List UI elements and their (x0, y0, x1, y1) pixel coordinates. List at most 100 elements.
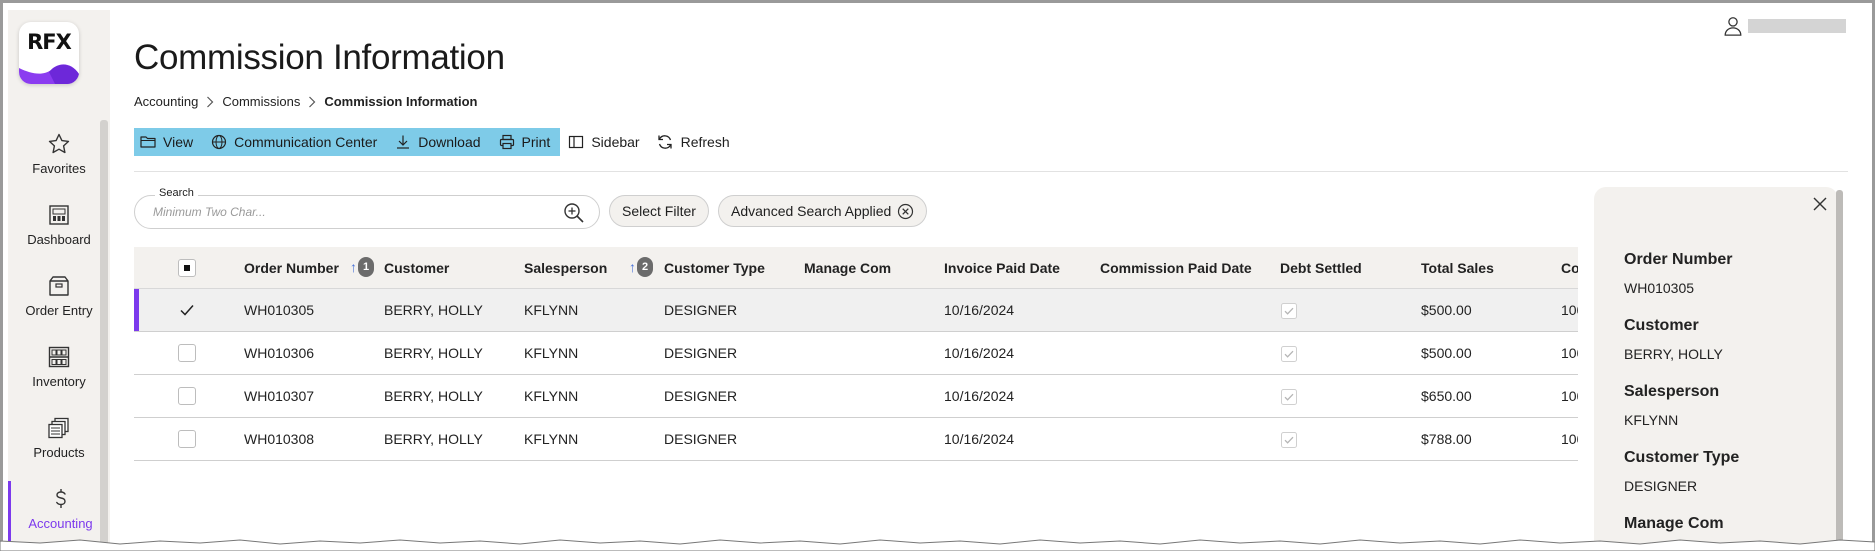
clear-circle-icon[interactable] (897, 203, 914, 220)
breadcrumb-commissions[interactable]: Commissions (222, 94, 300, 109)
page-title: Commission Information (134, 38, 505, 77)
debt-settled-check-icon (1281, 303, 1297, 319)
panel-label-customer: Customer (1624, 317, 1699, 334)
table-header: Order Number ↑ 1 Customer Salesperson ↑ … (134, 247, 1578, 289)
user-icon (1724, 17, 1742, 36)
close-icon[interactable] (1812, 196, 1828, 212)
cell-customer: BERRY, HOLLY (384, 388, 483, 404)
nav-item-products[interactable]: Products (8, 416, 110, 480)
torn-edge-decoration (0, 539, 1875, 551)
col-order-number[interactable]: Order Number (244, 260, 339, 276)
row-checkbox[interactable] (178, 430, 196, 448)
refresh-label: Refresh (680, 134, 730, 150)
nav-label-dashboard: Dashboard (27, 232, 91, 247)
col-customer-type[interactable]: Customer Type (664, 260, 765, 276)
nav-item-order-entry[interactable]: Order Entry (8, 274, 110, 338)
commission-table: Order Number ↑ 1 Customer Salesperson ↑ … (134, 247, 1578, 461)
debt-settled-check-icon (1281, 346, 1297, 362)
col-salesperson[interactable]: Salesperson (524, 260, 607, 276)
nav-item-dashboard[interactable]: Dashboard (8, 203, 110, 267)
cell-order-number: WH010305 (244, 302, 315, 318)
nav-label-accounting: Accounting (28, 516, 93, 531)
cell-salesperson: KFLYNN (524, 431, 579, 447)
table-row[interactable]: WH010305 BERRY, HOLLY KFLYNN DESIGNER 10… (134, 289, 1578, 332)
table-row[interactable]: WH010307 BERRY, HOLLY KFLYNN DESIGNER 10… (134, 375, 1578, 418)
breadcrumb: Accounting Commissions Commission Inform… (134, 94, 477, 109)
print-label: Print (521, 134, 551, 150)
cell-commission-truncated: 100 (1561, 302, 1578, 318)
view-label: View (163, 134, 194, 150)
cell-total-sales: $788.00 (1421, 431, 1472, 447)
breadcrumb-commission-information: Commission Information (324, 94, 478, 109)
advanced-search-chip[interactable]: Advanced Search Applied (718, 195, 928, 227)
table-row[interactable]: WH010308 BERRY, HOLLY KFLYNN DESIGNER 10… (134, 418, 1578, 461)
panel-value-salesperson: KFLYNN (1624, 412, 1679, 428)
toolbar: View Communication Center Download Print… (134, 128, 738, 156)
printer-icon (499, 134, 514, 150)
select-filter-label: Select Filter (622, 203, 696, 219)
panel-label-manage-com: Manage Com (1624, 515, 1724, 532)
nav-label-order-entry: Order Entry (25, 303, 93, 318)
nav-item-favorites[interactable]: Favorites (8, 132, 110, 196)
search-box: Search (134, 187, 600, 229)
logo-text: RFX (27, 30, 72, 54)
cell-total-sales: $500.00 (1421, 302, 1472, 318)
sort-order-badge: 1 (358, 257, 374, 277)
panel-label-salesperson: Salesperson (1624, 383, 1720, 400)
cell-commission-truncated: 100 (1561, 431, 1578, 447)
cell-total-sales: $500.00 (1421, 345, 1472, 361)
advanced-search-label: Advanced Search Applied (731, 203, 892, 219)
panel-scrollbar[interactable] (1836, 190, 1843, 551)
sidebar-icon (569, 135, 584, 149)
cell-commission-truncated: 100 (1561, 345, 1578, 361)
refresh-button[interactable]: Refresh (656, 133, 730, 151)
sort-up-icon: ↑ (629, 259, 636, 275)
sidebar-button[interactable]: Sidebar (568, 134, 640, 150)
row-checkbox[interactable] (178, 344, 196, 362)
sort-indicator-salesperson[interactable]: ↑ 2 (629, 257, 653, 277)
cell-salesperson: KFLYNN (524, 302, 579, 318)
panel-label-order-number: Order Number (1624, 251, 1733, 268)
col-total-sales[interactable]: Total Sales (1421, 260, 1494, 276)
table-row[interactable]: WH010306 BERRY, HOLLY KFLYNN DESIGNER 10… (134, 332, 1578, 375)
app-logo[interactable]: RFX (19, 22, 79, 84)
cell-order-number: WH010308 (244, 431, 315, 447)
zoom-in-search-icon[interactable] (563, 202, 585, 224)
nav-label-products: Products (33, 445, 85, 460)
star-icon (48, 133, 70, 154)
logo-swoosh-icon (19, 64, 79, 84)
shelves-icon (48, 346, 70, 368)
col-invoice-paid-date[interactable]: Invoice Paid Date (944, 260, 1060, 276)
col-debt-settled[interactable]: Debt Settled (1280, 260, 1362, 276)
panel-label-customer-type: Customer Type (1624, 449, 1740, 466)
dashboard-icon (49, 205, 69, 225)
download-button[interactable]: Download (395, 134, 481, 150)
chevron-right-icon (309, 96, 316, 107)
col-commission-truncated[interactable]: Co (1561, 260, 1578, 276)
download-label: Download (418, 134, 481, 150)
sort-indicator-order-number[interactable]: ↑ 1 (350, 257, 374, 277)
folder-open-icon (140, 136, 156, 148)
cell-order-number: WH010307 (244, 388, 315, 404)
breadcrumb-accounting[interactable]: Accounting (134, 94, 198, 109)
dollar-icon (55, 489, 66, 508)
select-all-checkbox[interactable] (178, 259, 196, 277)
col-commission-paid-date[interactable]: Commission Paid Date (1100, 260, 1252, 276)
nav-item-inventory[interactable]: Inventory (8, 345, 110, 409)
search-input[interactable] (153, 205, 553, 219)
sidebar-label: Sidebar (591, 134, 640, 150)
view-button[interactable]: View (140, 134, 193, 150)
box-icon (49, 276, 69, 296)
row-checkbox-checked[interactable] (178, 301, 196, 319)
select-filter-button[interactable]: Select Filter (609, 195, 709, 227)
user-menu[interactable] (1722, 14, 1850, 38)
cell-customer-type: DESIGNER (664, 388, 738, 404)
chevron-right-icon (207, 96, 214, 107)
row-checkbox[interactable] (178, 387, 196, 405)
col-customer[interactable]: Customer (384, 260, 449, 276)
print-button[interactable]: Print (499, 134, 551, 150)
cell-commission-truncated: 100 (1561, 388, 1578, 404)
communication-center-button[interactable]: Communication Center (211, 134, 377, 150)
col-manage-com[interactable]: Manage Com (804, 260, 891, 276)
row-selected-indicator (134, 289, 139, 331)
